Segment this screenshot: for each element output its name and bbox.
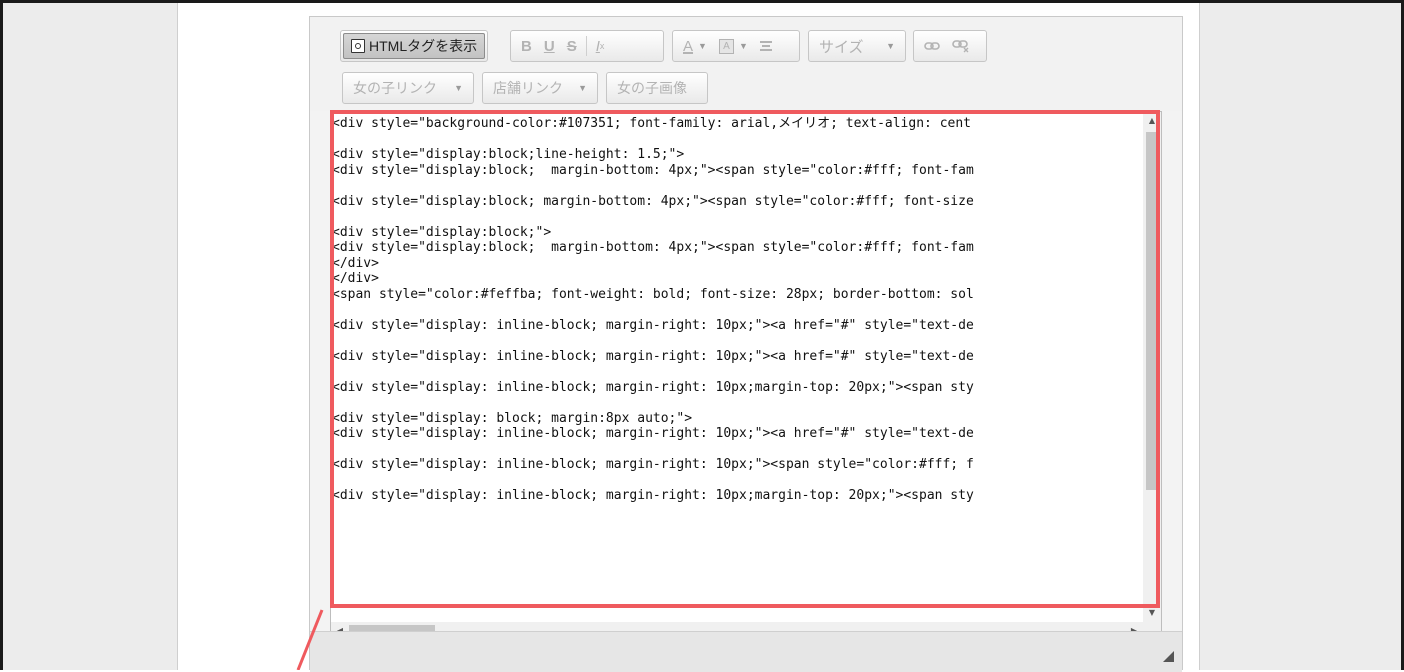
shop-link-label: 店舗リンク <box>493 80 563 96</box>
code-line: <span style="color:#feffba; font-weight:… <box>332 286 974 302</box>
code-line: <div style="display: inline-block; margi… <box>332 488 974 503</box>
code-line: <div style="display:block; margin-bottom… <box>332 240 974 255</box>
left-column <box>3 3 177 670</box>
remove-format-button[interactable]: Ix <box>590 33 611 59</box>
code-line: <div style="display: inline-block; margi… <box>332 379 974 395</box>
source-code[interactable]: <div style="background-color:#107351; fo… <box>331 116 1143 622</box>
code-line: <div style="background-color:#107351; fo… <box>332 116 971 131</box>
size-label: サイズ <box>819 38 864 56</box>
girl-image-label: 女の子画像 <box>617 80 687 96</box>
strike-label: S <box>566 37 577 55</box>
text-color-button[interactable]: A ▼ <box>677 33 713 59</box>
align-center-icon <box>759 39 772 53</box>
girl-image-group: 女の子画像 <box>606 72 708 104</box>
source-group: HTMLタグを表示 <box>340 30 489 62</box>
code-line: </div> <box>332 255 379 271</box>
vertical-scrollbar[interactable]: ▲ ▼ <box>1143 112 1161 622</box>
code-line: <div style="display: inline-block; margi… <box>332 426 974 441</box>
code-line: <div style="display:block;line-height: 1… <box>332 147 685 162</box>
code-line: <div style="display:block;"> <box>332 224 552 240</box>
code-line: <div style="display: inline-block; margi… <box>332 317 974 333</box>
scroll-up-icon[interactable]: ▲ <box>1143 112 1161 130</box>
scroll-down-icon[interactable]: ▼ <box>1143 604 1161 622</box>
resize-grip-icon[interactable] <box>1163 651 1174 662</box>
shop-link-dropdown[interactable]: 店舗リンク ▼ <box>482 72 598 104</box>
chevron-down-icon: ▼ <box>454 83 463 93</box>
callout-pointer <box>296 609 324 670</box>
bold-label: B <box>521 37 532 55</box>
align-center-button[interactable] <box>754 33 778 59</box>
vertical-scroll-thumb[interactable] <box>1146 132 1158 490</box>
code-line: <div style="display: inline-block; margi… <box>332 457 974 472</box>
right-column <box>1200 3 1401 670</box>
girl-link-combo[interactable]: 女の子リンク ▼ <box>347 75 469 101</box>
girl-link-label: 女の子リンク <box>353 80 437 96</box>
bold-button[interactable]: B <box>515 33 538 59</box>
text-color-icon: A <box>683 37 694 55</box>
shop-link-combo[interactable]: 店舗リンク ▼ <box>487 75 593 101</box>
unlink-icon <box>952 40 969 53</box>
chevron-down-icon: ▼ <box>886 41 895 51</box>
strikethrough-button[interactable]: S <box>561 33 583 59</box>
format-group: B U S Ix <box>510 30 664 62</box>
rich-text-editor: HTMLタグを表示 B U S Ix A ▼ A ▼ サイズ ▼ 女の子リンク … <box>309 16 1183 672</box>
size-dropdown[interactable]: サイズ ▼ <box>808 30 906 62</box>
underline-button[interactable]: U <box>538 33 561 59</box>
chevron-down-icon: ▼ <box>698 41 707 51</box>
code-line: </div> <box>332 271 379 286</box>
link-group <box>913 30 987 62</box>
code-line: <div style="display: block; margin:8px a… <box>332 410 693 426</box>
bg-color-icon: A <box>718 38 734 54</box>
remove-format-sub: x <box>599 41 605 51</box>
chevron-down-icon: ▼ <box>578 83 587 93</box>
size-combo[interactable]: サイズ ▼ <box>813 33 901 59</box>
html-source-textarea[interactable]: <div style="background-color:#107351; fo… <box>330 111 1162 641</box>
code-line: <div style="display:block; margin-bottom… <box>332 162 974 178</box>
code-line: <div style="display:block; margin-bottom… <box>332 193 974 209</box>
girl-link-dropdown[interactable]: 女の子リンク ▼ <box>342 72 474 104</box>
link-icon <box>924 42 940 50</box>
html-source-label: HTMLタグを表示 <box>369 38 478 54</box>
bg-color-button[interactable]: A ▼ <box>713 33 754 59</box>
code-line: <div style="display: inline-block; margi… <box>332 348 974 364</box>
toolbar-separator <box>585 36 587 56</box>
girl-image-button[interactable]: 女の子画像 <box>611 75 693 101</box>
unlink-button[interactable] <box>946 33 976 59</box>
editor-statusbar <box>310 631 1182 672</box>
color-group: A ▼ A ▼ <box>672 30 800 62</box>
underline-label: U <box>543 37 555 55</box>
html-source-button[interactable]: HTMLタグを表示 <box>343 33 486 59</box>
source-icon <box>351 39 365 53</box>
link-button[interactable] <box>918 33 946 59</box>
editor-toolbar: HTMLタグを表示 B U S Ix A ▼ A ▼ サイズ ▼ 女の子リンク … <box>310 17 1182 111</box>
chevron-down-icon: ▼ <box>738 41 748 51</box>
